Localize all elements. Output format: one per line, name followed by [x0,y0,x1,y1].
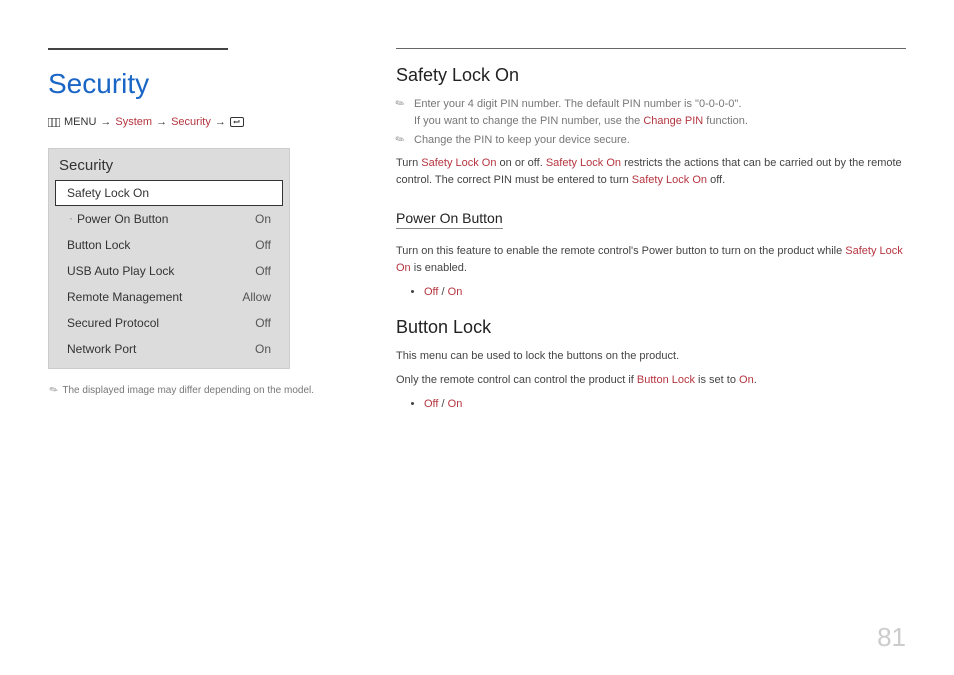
menu-row-secured-protocol[interactable]: Secured Protocol Off [55,310,283,336]
breadcrumb: MENU → System → Security → [48,116,348,128]
highlight: Safety Lock On [632,174,707,186]
breadcrumb-security: Security [171,116,211,128]
menu-row-value: Off [255,316,271,330]
menu-row-label: Safety Lock On [67,186,149,200]
note-icon: ✎ [48,384,61,398]
menu-icon [48,118,60,127]
breadcrumb-menu-label: MENU [64,116,96,128]
menu-row-value: On [255,212,271,226]
body-text: Turn on this feature to enable the remot… [396,243,906,278]
menu-row-label: Power On Button [77,212,168,226]
body-text: Turn Safety Lock On on or off. Safety Lo… [396,155,906,190]
menu-title: Security [49,149,289,180]
option-bullet: Off / On [424,396,906,414]
menu-row-label: Button Lock [67,238,130,252]
menu-row-value: Allow [242,290,271,304]
menu-row-label: Secured Protocol [67,316,159,330]
option-off: Off [424,286,438,298]
arrow-icon: → [215,116,226,128]
arrow-icon: → [156,116,167,128]
body-text: This menu can be used to lock the button… [396,348,906,366]
header-rule-short [48,48,228,50]
security-menu: Security Safety Lock On Power On Button … [48,148,290,369]
menu-row-usb-auto-play-lock[interactable]: USB Auto Play Lock Off [55,258,283,284]
menu-row-label: Network Port [67,342,136,356]
note-line: Enter your 4 digit PIN number. The defau… [396,96,906,129]
menu-row-value: Off [255,238,271,252]
option-off: Off [424,398,438,410]
breadcrumb-system: System [115,116,152,128]
menu-row-label: Remote Management [67,290,182,304]
option-on: On [448,398,463,410]
arrow-icon: → [100,116,111,128]
highlight: Safety Lock On [546,157,621,169]
option-bullet: Off / On [424,284,906,302]
footnote: ✎The displayed image may differ dependin… [48,385,348,396]
heading-button-lock: Button Lock [396,317,906,338]
menu-row-value: On [255,342,271,356]
highlight: Button Lock [637,374,695,386]
menu-row-power-on-button[interactable]: Power On Button On [55,206,283,232]
note-line: Change the PIN to keep your device secur… [396,132,906,149]
menu-row-network-port[interactable]: Network Port On [55,336,283,362]
menu-row-remote-management[interactable]: Remote Management Allow [55,284,283,310]
enter-icon [230,117,244,127]
menu-row-value: Off [255,264,271,278]
page-number: 81 [877,622,906,653]
option-on: On [448,286,463,298]
header-rule-long [396,48,906,49]
highlight-change-pin: Change PIN [643,115,703,127]
body-text: Only the remote control can control the … [396,372,906,390]
menu-row-label: USB Auto Play Lock [67,264,174,278]
highlight: Safety Lock On [421,157,496,169]
heading-safety-lock-on: Safety Lock On [396,65,906,86]
menu-row-safety-lock-on[interactable]: Safety Lock On [55,180,283,206]
highlight: On [739,374,754,386]
menu-row-button-lock[interactable]: Button Lock Off [55,232,283,258]
heading-power-on-button: Power On Button [396,210,503,229]
footnote-text: The displayed image may differ depending… [62,385,314,396]
page-title: Security [48,68,348,100]
